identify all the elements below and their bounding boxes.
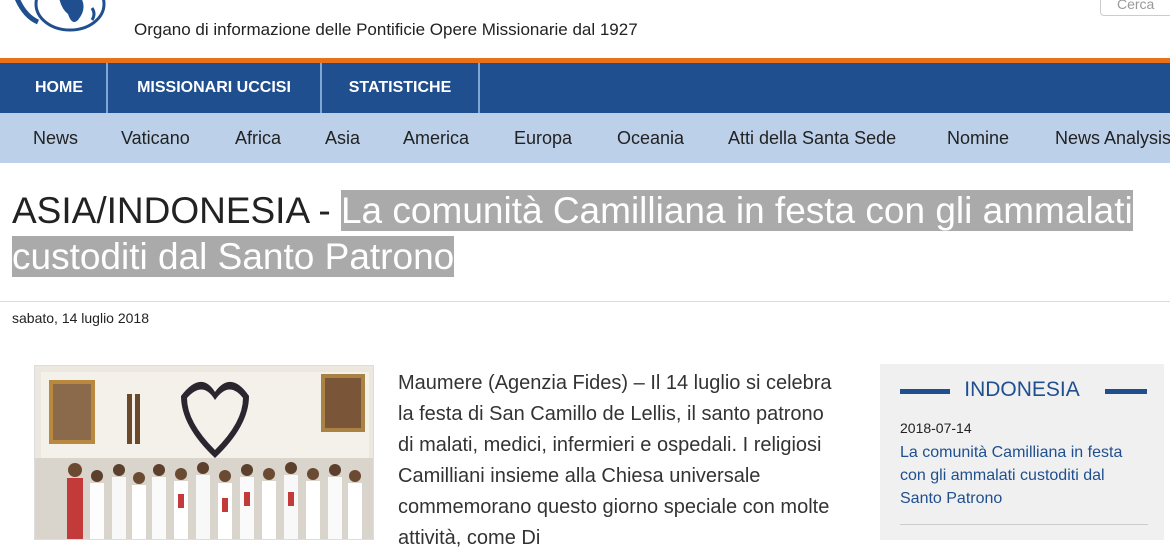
article-title: ASIA/INDONESIA - La comunità Camilliana … bbox=[12, 188, 1162, 280]
sidebar-item-link[interactable]: La comunità Camilliana in festa con gli … bbox=[900, 441, 1150, 510]
subnav-asia[interactable]: Asia bbox=[325, 113, 360, 163]
subnav-atti-santa-sede[interactable]: Atti della Santa Sede bbox=[728, 113, 896, 163]
site-tagline: Organo di informazione delle Pontificie … bbox=[134, 20, 638, 39]
sub-nav: News Vaticano Africa Asia America Europa… bbox=[0, 113, 1170, 163]
article-photo[interactable] bbox=[34, 365, 374, 540]
subnav-news-analysis[interactable]: News Analysis bbox=[1055, 113, 1170, 163]
subnav-america[interactable]: America bbox=[403, 113, 469, 163]
nav-statistiche[interactable]: STATISTICHE bbox=[322, 63, 478, 113]
subnav-news[interactable]: News bbox=[33, 113, 78, 163]
sidebar-header: INDONESIA bbox=[880, 376, 1164, 406]
title-divider bbox=[0, 301, 1170, 302]
subnav-africa[interactable]: Africa bbox=[235, 113, 281, 163]
sidebar-related: INDONESIA 2018-07-14 La comunità Camilli… bbox=[880, 364, 1164, 540]
world-logo-icon[interactable] bbox=[8, 0, 118, 38]
nav-home[interactable]: HOME bbox=[12, 63, 106, 113]
article-date: sabato, 14 luglio 2018 bbox=[12, 310, 149, 326]
subnav-vaticano[interactable]: Vaticano bbox=[121, 113, 190, 163]
group-photo-image bbox=[35, 366, 373, 539]
sidebar-item-date: 2018-07-14 bbox=[900, 420, 972, 436]
site-header: Organo di informazione delle Pontificie … bbox=[0, 0, 1170, 60]
subnav-nomine[interactable]: Nomine bbox=[947, 113, 1009, 163]
nav-separator bbox=[478, 63, 480, 113]
article-region: ASIA/INDONESIA - bbox=[12, 190, 341, 231]
sidebar-divider bbox=[900, 524, 1148, 525]
main-nav: HOME MISSIONARI UCCISI STATISTICHE bbox=[0, 63, 1170, 113]
nav-missionari-uccisi[interactable]: MISSIONARI UCCISI bbox=[108, 63, 320, 113]
article-body: Maumere (Agenzia Fides) – Il 14 luglio s… bbox=[398, 372, 832, 549]
article-header: ASIA/INDONESIA - La comunità Camilliana … bbox=[12, 188, 1162, 280]
subnav-europa[interactable]: Europa bbox=[514, 113, 572, 163]
search-input[interactable]: Cerca bbox=[1100, 0, 1170, 16]
subnav-oceania[interactable]: Oceania bbox=[617, 113, 684, 163]
sidebar-rule-right bbox=[1105, 389, 1147, 394]
